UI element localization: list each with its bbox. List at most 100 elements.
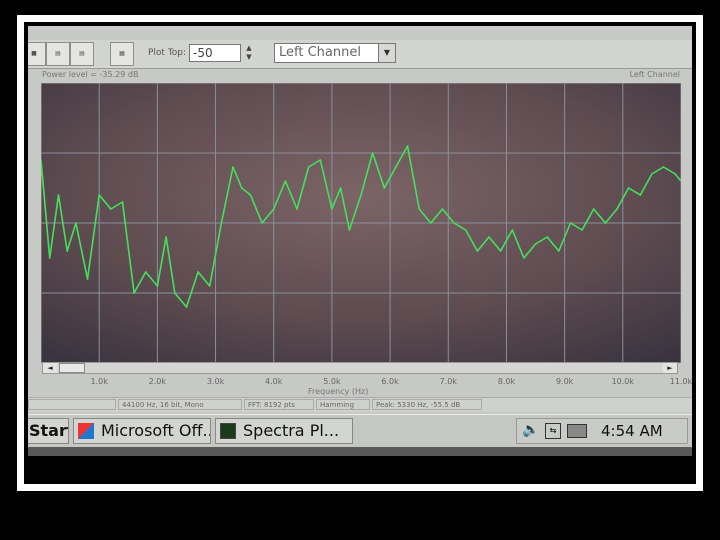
- status-cell-blank: [28, 399, 116, 410]
- chevron-down-icon[interactable]: ▼: [378, 44, 395, 62]
- spectrum-point: [674, 173, 676, 175]
- spectrum-point: [98, 194, 100, 196]
- x-axis-label: Frequency (Hz): [308, 387, 369, 396]
- channel-select-value: Left Channel: [279, 45, 361, 60]
- plot-channel-label: Left Channel: [629, 70, 680, 79]
- spectrum-point: [348, 229, 351, 231]
- spectrum-point: [395, 166, 397, 168]
- monitor-screen: ■ ▤ ▤ ▦ Plot Top: -50 ▲ ▼ Left Channel ▼ …: [28, 26, 692, 456]
- spectrum-point: [110, 208, 112, 210]
- spectrum-point: [319, 159, 322, 161]
- start-button[interactable]: Start: [28, 418, 69, 444]
- spectrum-point: [232, 166, 234, 168]
- spectrum-point: [360, 194, 362, 196]
- spectrum-plot[interactable]: [41, 83, 681, 363]
- spectrum-point: [307, 166, 310, 168]
- spectrum-point: [523, 257, 525, 259]
- spectrum-point: [662, 166, 665, 168]
- taskbar-item-spectra-label: Spectra Pl...: [243, 421, 340, 440]
- status-peak: Peak: 5330 Hz, -55.5 dB: [372, 399, 482, 410]
- spectrum-point: [284, 180, 287, 182]
- spectrum-point: [272, 208, 275, 210]
- system-tray: 🔈 ⇆ 4:54 AM: [516, 418, 688, 444]
- plot-options-button[interactable]: ▦: [110, 42, 134, 66]
- spectrum-point: [418, 208, 421, 210]
- spectrum-point: [488, 236, 490, 238]
- channel-select[interactable]: Left Channel ▼: [274, 43, 396, 63]
- spectrum-point: [371, 152, 374, 154]
- spectrum-point: [156, 285, 159, 287]
- toolbar-button-1[interactable]: ■: [28, 42, 46, 66]
- office-icon: [78, 423, 94, 439]
- spectrum-point: [639, 194, 642, 196]
- x-tick-label: 8.0k: [497, 377, 516, 386]
- status-window: Hamming: [316, 399, 370, 410]
- spectrum-point: [627, 187, 630, 189]
- spectrum-point: [511, 229, 514, 231]
- x-tick-label: 6.0k: [381, 377, 399, 386]
- x-tick-label: 7.0k: [439, 377, 457, 386]
- spectrum-point: [165, 236, 167, 238]
- spectrum-point: [339, 187, 342, 189]
- scroll-left-icon[interactable]: ◄: [43, 363, 57, 373]
- spectrum-point: [249, 194, 252, 196]
- taskbar-item-office-label: Microsoft Off...: [101, 421, 211, 440]
- spectrum-point: [651, 173, 653, 175]
- x-tick-label: 3.0k: [206, 377, 225, 386]
- status-fft: FFT: 8192 pts: [244, 399, 314, 410]
- spectrum-point: [208, 285, 211, 287]
- monitor-bezel: [28, 447, 692, 456]
- spectrum-point: [240, 187, 243, 189]
- spectrum-point: [48, 257, 51, 259]
- spectrum-point: [546, 236, 548, 238]
- spectrum-point: [499, 250, 502, 252]
- toolbar-button-2[interactable]: ▤: [46, 42, 70, 66]
- spectrum-point: [174, 292, 176, 294]
- toolbar-button-3[interactable]: ▤: [70, 42, 94, 66]
- spectrum-point: [75, 222, 77, 224]
- spectrum-point: [57, 194, 60, 196]
- spectrum-point: [220, 222, 223, 224]
- x-tick-label: 2.0k: [148, 377, 167, 386]
- spectrum-point: [261, 222, 263, 224]
- x-tick-label: 4.0k: [265, 377, 283, 386]
- spectrum-point: [558, 250, 560, 252]
- spectrum-point: [296, 208, 298, 210]
- scroll-thumb[interactable]: [59, 363, 85, 373]
- spectrum-point: [197, 271, 199, 273]
- spectrum-point: [185, 306, 188, 308]
- spectrum-point: [569, 222, 572, 224]
- spectrum-point: [464, 229, 467, 231]
- spectrum-point: [534, 243, 537, 245]
- spectrum-point: [133, 292, 135, 294]
- taskbar-item-spectra[interactable]: Spectra Pl...: [215, 418, 353, 444]
- scroll-right-icon[interactable]: ►: [663, 363, 677, 373]
- display-icon[interactable]: [567, 424, 587, 438]
- x-tick-label: 11.0k: [669, 377, 692, 386]
- horizontal-scrollbar[interactable]: ◄ ►: [42, 362, 678, 374]
- spectrum-point: [331, 208, 333, 210]
- spectrum-point: [430, 222, 432, 224]
- network-icon[interactable]: ⇆: [545, 423, 561, 439]
- taskbar: Start Microsoft Off... Spectra Pl... 🔈 ⇆…: [28, 414, 692, 448]
- plot-top-label: Plot Top:: [148, 48, 187, 58]
- x-tick-label: 10.0k: [611, 377, 635, 386]
- x-tick-label: 5.0k: [323, 377, 341, 386]
- spectrum-point: [616, 208, 618, 210]
- taskbar-item-office[interactable]: Microsoft Off...: [73, 418, 211, 444]
- spectrum-point: [121, 201, 124, 203]
- status-bar: 44100 Hz, 16 bit, Mono FFT: 8192 pts Ham…: [28, 397, 692, 412]
- spectrum-point: [406, 145, 409, 147]
- spectrum-point: [604, 222, 607, 224]
- power-level-readout: Power level = -35.29 dB: [42, 70, 139, 79]
- spectrum-point: [144, 271, 147, 273]
- speaker-icon[interactable]: 🔈: [522, 422, 539, 438]
- spectrum-point: [86, 278, 89, 280]
- x-tick-label: 1.0k: [90, 377, 108, 386]
- spectrum-point: [581, 229, 583, 231]
- status-format: 44100 Hz, 16 bit, Mono: [118, 399, 242, 410]
- spectrum-point: [476, 250, 479, 252]
- plot-top-spinner[interactable]: ▲ ▼: [244, 44, 254, 62]
- plot-top-input[interactable]: -50: [189, 44, 241, 62]
- spectrum-point: [383, 187, 386, 189]
